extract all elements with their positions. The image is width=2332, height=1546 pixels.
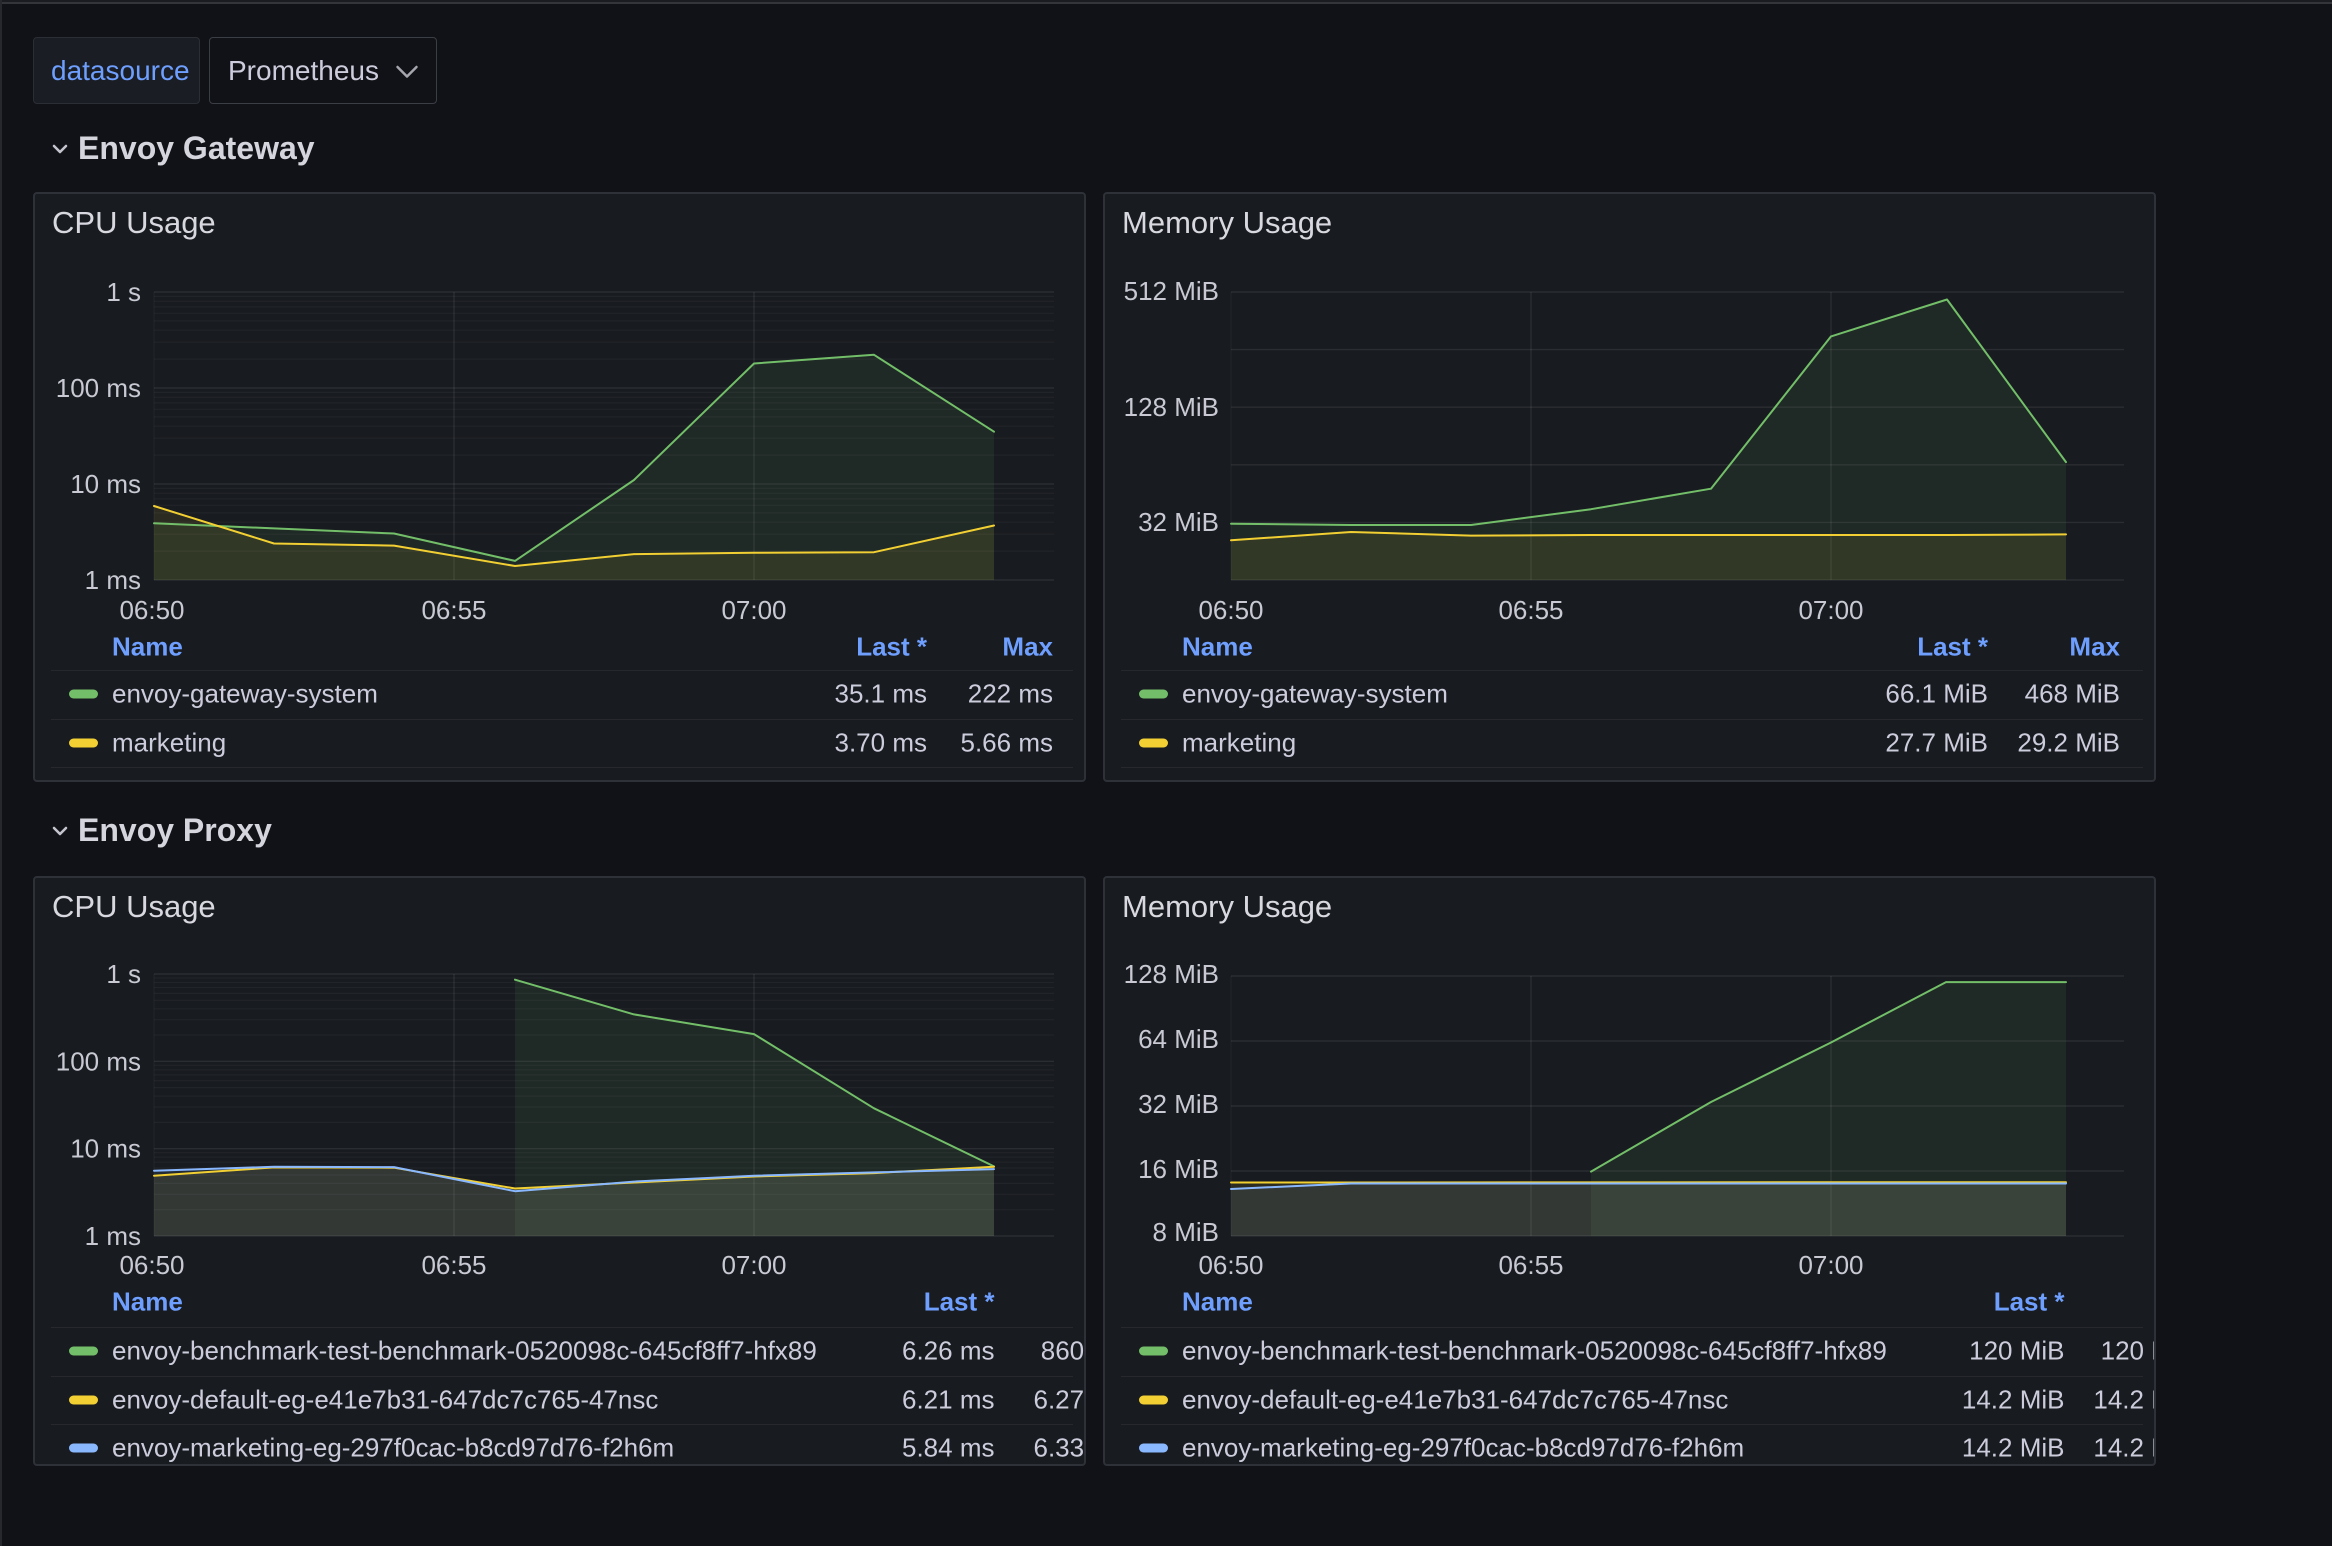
svg-text:07:00: 07:00: [1798, 595, 1863, 625]
svg-text:06:50: 06:50: [119, 595, 184, 625]
svg-text:32 MiB: 32 MiB: [1138, 1089, 1219, 1119]
svg-text:06:55: 06:55: [1498, 1250, 1563, 1280]
svg-text:06:55: 06:55: [421, 1250, 486, 1280]
svg-text:07:00: 07:00: [721, 1250, 786, 1280]
svg-text:1 s: 1 s: [106, 277, 141, 307]
svg-text:16 MiB: 16 MiB: [1138, 1154, 1219, 1184]
svg-text:512 MiB: 512 MiB: [1124, 276, 1219, 306]
svg-text:64 MiB: 64 MiB: [1138, 1024, 1219, 1054]
svg-text:10 ms: 10 ms: [70, 469, 141, 499]
svg-text:06:50: 06:50: [1198, 1250, 1263, 1280]
svg-text:1 ms: 1 ms: [85, 565, 141, 595]
svg-text:1 s: 1 s: [106, 959, 141, 989]
svg-text:06:50: 06:50: [1198, 595, 1263, 625]
svg-text:07:00: 07:00: [1798, 1250, 1863, 1280]
svg-text:06:50: 06:50: [119, 1250, 184, 1280]
svg-text:06:55: 06:55: [421, 595, 486, 625]
svg-text:07:00: 07:00: [721, 595, 786, 625]
svg-text:32 MiB: 32 MiB: [1138, 507, 1219, 537]
svg-text:8 MiB: 8 MiB: [1153, 1217, 1219, 1247]
svg-text:1 ms: 1 ms: [85, 1221, 141, 1251]
svg-text:10 ms: 10 ms: [70, 1134, 141, 1164]
svg-text:128 MiB: 128 MiB: [1124, 392, 1219, 422]
svg-text:100 ms: 100 ms: [56, 373, 141, 403]
svg-text:128 MiB: 128 MiB: [1124, 959, 1219, 989]
svg-text:06:55: 06:55: [1498, 595, 1563, 625]
svg-text:100 ms: 100 ms: [56, 1046, 141, 1076]
